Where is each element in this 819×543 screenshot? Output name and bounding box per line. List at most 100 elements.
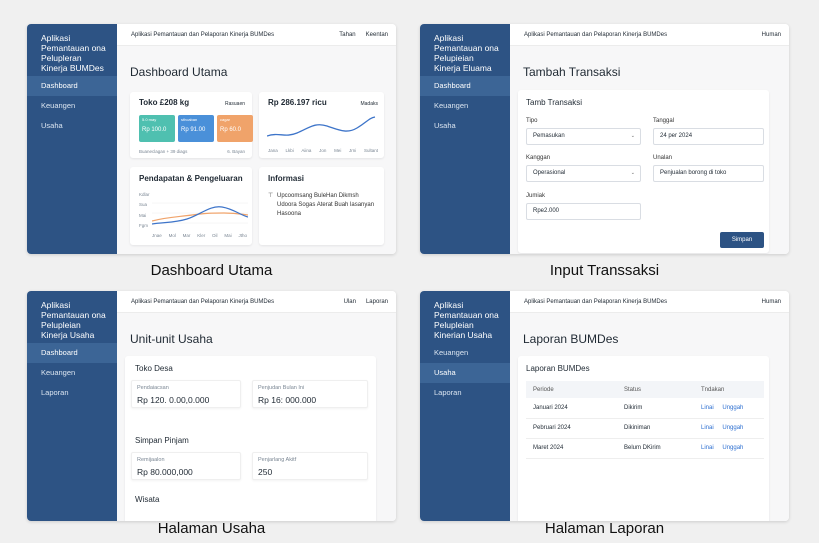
topbar-link[interactable]: Human (762, 299, 781, 305)
tanggal-value: 24 per 2024 (660, 133, 693, 139)
upload-link[interactable]: Unggah (722, 425, 743, 431)
sidebar: Aplikasi Pemantauan ona Pelupieian Kiner… (420, 24, 510, 254)
nav-keuangan[interactable]: Keuangen (420, 96, 510, 116)
app-brand: Aplikasi Pemantauan ona Pelupleian Kiner… (434, 300, 499, 340)
periode-cell: Pebruari 2024 (526, 418, 617, 439)
mini-card-value: Rp 60.0 (220, 127, 242, 133)
topbar: Aplikasi Pemantauan dan Pelaporan Kinerj… (510, 24, 789, 46)
tanggal-label: Tanggal (653, 118, 675, 124)
stat-label: Remijaalon (137, 457, 165, 463)
view-link[interactable]: Linai (701, 445, 714, 451)
laporan-screen: Aplikasi Pemantauan ona Pelupleian Kiner… (420, 291, 789, 521)
stat-value: 250 (258, 467, 273, 477)
table-row: Pebruari 2024 Dikiniman Linai Unggah (526, 418, 764, 439)
nav-dashboard[interactable]: Dashboard (27, 76, 117, 96)
action-cell: Linai Unggah (694, 398, 764, 419)
trend-badge: Madaks (360, 101, 378, 107)
nav-dashboard[interactable]: Dashboard (420, 76, 510, 96)
tanggal-input[interactable]: 24 per 2024 (653, 128, 764, 145)
summary-card-title: Toko £208 kg (139, 98, 190, 107)
mini-card-2: sthcaban Rp 91.00 (178, 115, 214, 142)
sidebar: Aplikasi Pemantauan ona Pelupleian Kiner… (27, 291, 117, 521)
app-brand: Aplikasi Pemantauan ona Pelupieian Kiner… (434, 33, 499, 73)
month-label: Kler (197, 233, 206, 238)
y-label: Sua (139, 202, 148, 208)
month-label: Sultant (363, 148, 378, 153)
jumlah-input[interactable]: Rpe2.000 (526, 203, 641, 220)
save-button[interactable]: Simpan (720, 232, 764, 248)
month-label: Oil (212, 233, 218, 238)
nav-laporan[interactable]: Laporan (27, 383, 117, 403)
jumlah-label: Jumiak (526, 193, 546, 199)
chevron-down-icon: ⌄ (630, 170, 635, 176)
view-link[interactable]: Linai (701, 405, 714, 411)
column-header: Periode (526, 381, 617, 398)
caption-dashboard: Dashboard Utama (150, 262, 273, 279)
topbar-title: Aplikasi Pemantauan dan Pelaporan Kinerj… (131, 31, 275, 38)
unit-stat: Remijaalon Rp 80.000,000 (131, 452, 241, 480)
info-card-title: Informasi (268, 174, 305, 183)
action-cell: Linai Unggah (694, 438, 764, 459)
mini-card-value: Rp 100.0 (142, 127, 167, 133)
month-label: Mol (168, 233, 176, 238)
nav-keuangan[interactable]: Keuangen (27, 96, 117, 116)
transaction-form: Tamb Transaksi Tipo Pemasukan ⌄ Tanggal … (518, 90, 769, 253)
topbar-link[interactable]: Human (762, 32, 781, 38)
month-label: Mai (224, 233, 232, 238)
nav-keuangan[interactable]: Keuangen (420, 343, 510, 363)
jumlah-value: Rpe2.000 (533, 208, 560, 214)
month-label: Mar (182, 233, 191, 238)
main-content: Tambah Transaksi Tamb Transaksi Tipo Pem… (510, 46, 789, 254)
summary-footer-right: 6. Bayan (227, 149, 245, 154)
upload-link[interactable]: Unggah (722, 445, 743, 451)
topbar-title: Aplikasi Pemantauan dan Pelaporan Kinerj… (524, 31, 668, 38)
caption-transaksi: Input Transsaksi (549, 262, 660, 279)
status-cell: Dikirim (617, 398, 694, 419)
sidebar: Aplikasi Pemantauan ona Pelupleian Kiner… (420, 291, 510, 521)
transaksi-screen: Aplikasi Pemantauan ona Pelupieian Kiner… (420, 24, 789, 254)
topbar-link[interactable]: Keentan (366, 32, 388, 38)
report-card: Laporan BUMDes Periode Status Tndakan Ja… (518, 356, 769, 521)
column-header: Status (617, 381, 694, 398)
uraian-label: Unalan (653, 155, 673, 161)
nav-usaha[interactable]: Usaha (420, 116, 510, 136)
info-card: Informasi ⊤ Upcoomsang BuleHan Dikmsh Ud… (259, 167, 384, 245)
topbar-link[interactable]: Ulan (344, 299, 356, 305)
mini-card-label: 5.0 may (142, 117, 157, 122)
periode-cell: Januari 2024 (526, 398, 617, 419)
topbar: Aplikasi Pemantauan dan Pelaporan Kinerj… (510, 291, 789, 313)
unit-stat: Penjudan Bulan Ini Rp 16: 000.000 (252, 380, 368, 408)
nav-usaha[interactable]: Usaha (27, 116, 117, 136)
kategori-value: Operasional (533, 170, 566, 176)
income-line-chart (152, 202, 248, 225)
main-content: Dashboard Utama Toko £208 kg Rasuaen 5.0… (117, 46, 396, 254)
topbar: Aplikasi Pemantauan dan Pelaporan Kinerj… (117, 24, 396, 46)
y-label: Kdlar (139, 192, 150, 197)
topbar-link[interactable]: Tahan (339, 32, 355, 38)
report-table: Periode Status Tndakan Januari 2024 Diki… (526, 381, 764, 459)
topbar-link[interactable]: Laporan (366, 299, 388, 305)
nav-dashboard[interactable]: Dashboard (27, 343, 117, 363)
usaha-screen: Aplikasi Pemantauan ona Pelupleian Kiner… (27, 291, 396, 521)
nav-usaha[interactable]: Usaha (420, 363, 510, 383)
mini-card-label: cagar (220, 117, 231, 122)
topbar-title: Aplikasi Pemantauan dan Pelaporan Kinerj… (524, 298, 668, 305)
report-table-title: Laporan BUMDes (526, 364, 590, 373)
summary-card: Toko £208 kg Rasuaen 5.0 may Rp 100.0 st… (130, 92, 253, 158)
unit-name: Wisata (135, 495, 160, 504)
status-cell: Dikiniman (617, 418, 694, 439)
nav-laporan[interactable]: Laporan (420, 383, 510, 403)
stat-value: Rp 16: 000.000 (258, 395, 317, 405)
page-title: Unit-unit Usaha (130, 332, 213, 346)
view-link[interactable]: Linai (701, 425, 714, 431)
stat-value: Rp 120. 0.00,0.000 (137, 395, 210, 405)
tipe-select[interactable]: Pemasukan ⌄ (526, 128, 641, 145)
info-text: Upcoomsang BuleHan Dikmsh Udoora Sogas A… (277, 193, 375, 217)
upload-link[interactable]: Unggah (722, 405, 743, 411)
uraian-input[interactable]: Penjualan borong di toko (653, 165, 764, 182)
app-brand: Aplikasi Pemantauan ona Pelupleran Kiner… (41, 33, 106, 73)
nav-keuangan[interactable]: Keuangen (27, 363, 117, 383)
table-row: Maret 2024 Belum DKirim Linai Unggah (526, 438, 764, 459)
kategori-select[interactable]: Operasional ⌄ (526, 165, 641, 182)
stat-label: Pendaiacsan (137, 385, 169, 391)
